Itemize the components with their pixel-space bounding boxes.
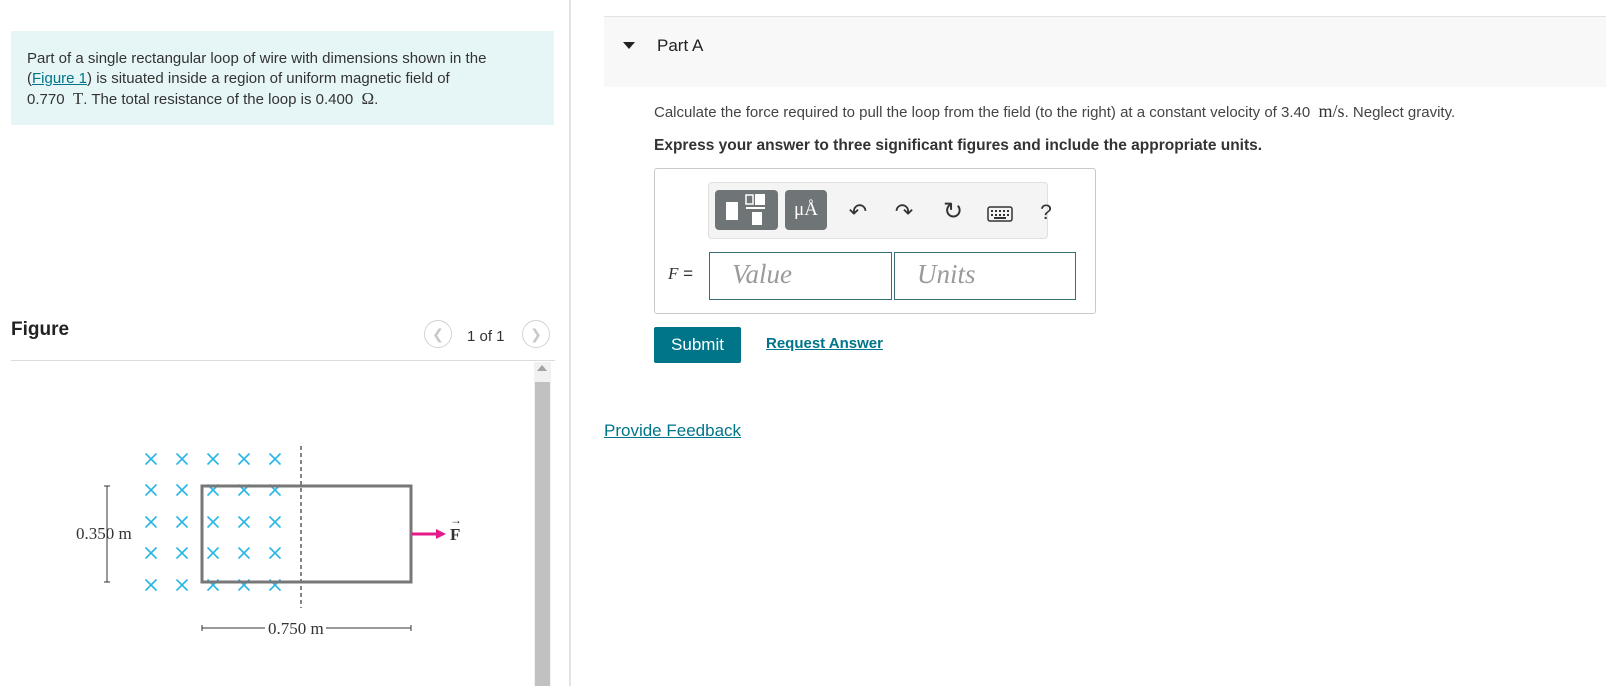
- field-cross-mark: [237, 546, 251, 560]
- field-cross-mark: [144, 483, 158, 497]
- undo-icon[interactable]: ↶: [846, 200, 870, 224]
- problem-text-2: ) is situated inside a region of uniform…: [87, 70, 450, 87]
- field-cross-mark: [268, 515, 282, 529]
- field-cross-mark: [144, 452, 158, 466]
- width-label: 0.750 m: [268, 619, 324, 638]
- velocity-unit: m/s: [1318, 101, 1345, 121]
- question-before: Calculate the force required to pull the…: [654, 104, 1311, 121]
- answer-variable: F: [668, 264, 679, 283]
- scrollbar-thumb[interactable]: [535, 382, 550, 686]
- units-button[interactable]: μÅ: [785, 190, 827, 230]
- field-cross-mark: [206, 515, 220, 529]
- resistance-text: . The total resistance of the loop is 0.…: [83, 91, 354, 108]
- field-cross-mark: [175, 483, 189, 497]
- field-cross-mark: [268, 452, 282, 466]
- value-input[interactable]: Value: [709, 252, 892, 300]
- resistance-unit: Ω: [361, 89, 375, 108]
- vector-arrow-mark: →: [450, 513, 462, 527]
- figure-counter: 1 of 1: [467, 328, 505, 345]
- collapse-caret-icon[interactable]: [623, 42, 635, 49]
- problem-statement: Part of a single rectangular loop of wir…: [11, 31, 554, 125]
- force-label: F: [450, 525, 460, 544]
- next-figure-button[interactable]: ❯: [522, 320, 550, 348]
- field-cross-mark: [237, 452, 251, 466]
- answer-equals: =: [683, 264, 694, 283]
- keyboard-icon[interactable]: [987, 206, 1013, 222]
- figure-title: Figure: [11, 319, 70, 340]
- field-cross-mark: [144, 515, 158, 529]
- column-divider: [569, 0, 571, 686]
- figure-divider: [11, 360, 555, 361]
- field-cross-mark: [175, 578, 189, 592]
- height-label: 0.350 m: [76, 524, 132, 543]
- submit-button[interactable]: Submit: [654, 327, 741, 363]
- scroll-up-arrow-icon[interactable]: [537, 365, 547, 371]
- part-a-title: Part A: [657, 36, 704, 55]
- field-unit: T: [72, 89, 84, 108]
- units-input[interactable]: Units: [894, 252, 1076, 300]
- figure-diagram: 0.350 m 0.750 m F →: [76, 446, 462, 638]
- prev-figure-button[interactable]: ❮: [424, 320, 452, 348]
- field-cross-mark: [175, 546, 189, 560]
- figure-link[interactable]: Figure 1: [32, 70, 87, 87]
- provide-feedback-link[interactable]: Provide Feedback: [604, 421, 741, 441]
- field-cross-mark: [206, 546, 220, 560]
- part-a-header[interactable]: [604, 16, 1606, 87]
- magnetic-field-crosses: [144, 452, 282, 592]
- problem-end: .: [374, 91, 379, 108]
- request-answer-link[interactable]: Request Answer: [766, 335, 883, 352]
- help-button[interactable]: ?: [1036, 201, 1056, 225]
- chevron-left-icon: ❮: [432, 325, 444, 342]
- question-text: Calculate the force required to pull the…: [654, 101, 1455, 122]
- field-cross-mark: [175, 515, 189, 529]
- question-after: . Neglect gravity.: [1344, 104, 1456, 121]
- field-value: 0.770: [27, 91, 65, 108]
- field-cross-mark: [144, 546, 158, 560]
- wire-loop: [200, 484, 413, 584]
- redo-icon[interactable]: ↷: [892, 200, 916, 224]
- templates-icon: [726, 194, 765, 225]
- templates-button[interactable]: [715, 190, 778, 230]
- field-cross-mark: [268, 546, 282, 560]
- field-cross-mark: [237, 515, 251, 529]
- answer-label: F =: [668, 264, 693, 284]
- chevron-right-icon: ❯: [530, 325, 542, 342]
- field-cross-mark: [144, 578, 158, 592]
- answer-instruction: Express your answer to three significant…: [654, 137, 1263, 154]
- force-arrow: [412, 529, 446, 539]
- reset-icon[interactable]: ↻: [940, 200, 966, 224]
- field-cross-mark: [175, 452, 189, 466]
- field-cross-mark: [206, 452, 220, 466]
